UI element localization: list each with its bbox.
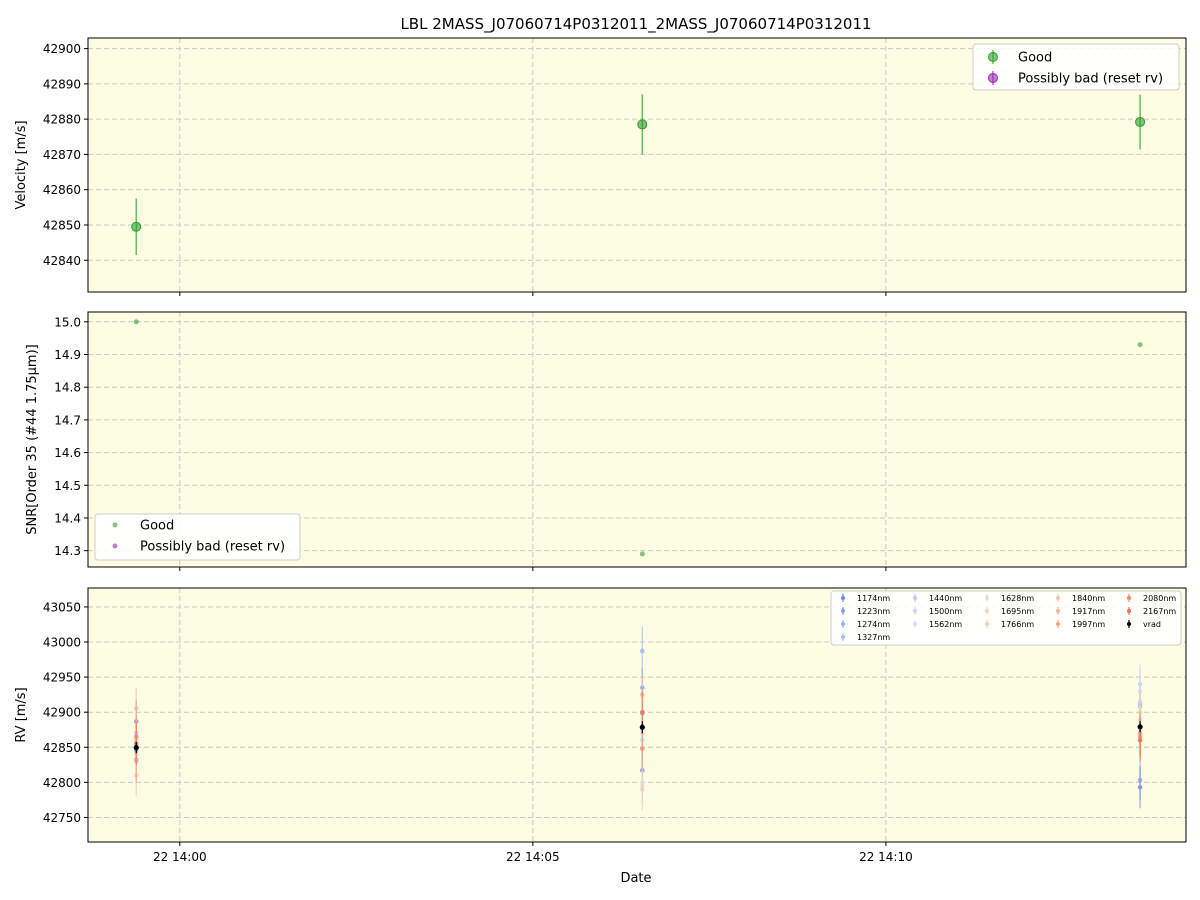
legend-label: 1327nm	[857, 633, 890, 642]
legend-marker	[1056, 622, 1060, 626]
y-tick-label: 43000	[43, 636, 81, 650]
data-point-good	[639, 551, 645, 557]
y-tick-label: 42950	[43, 671, 81, 685]
y-tick-label: 42750	[43, 811, 81, 825]
legend-marker	[841, 635, 845, 639]
y-tick-label: 43050	[43, 600, 81, 614]
chart-title: LBL 2MASS_J07060714P0312011_2MASS_J07060…	[400, 15, 871, 34]
legend-marker	[841, 622, 845, 626]
y-tick-label: 14.4	[54, 511, 81, 525]
y-tick-label: 14.3	[54, 544, 81, 558]
legend-label: 1174nm	[857, 594, 890, 603]
rv-point-1274nm	[639, 648, 645, 654]
legend-marker	[1127, 596, 1131, 600]
rv-point-vrad	[1137, 724, 1143, 730]
legend-marker	[985, 596, 989, 600]
legend-marker	[112, 543, 118, 549]
legend-marker	[985, 609, 989, 613]
rv-point-1917nm	[133, 706, 139, 711]
data-point-good	[131, 221, 142, 232]
y-tick-label: 42870	[43, 148, 81, 162]
y-tick-label: 14.7	[54, 413, 81, 427]
y-axis-label: Velocity [m/s]	[14, 120, 29, 209]
y-tick-label: 42860	[43, 183, 81, 197]
rv-point-vrad	[133, 745, 139, 751]
y-tick-label: 42850	[43, 218, 81, 232]
y-tick-label: 42840	[43, 254, 81, 268]
rv-point-2167nm	[639, 709, 645, 715]
rv-point-2167nm	[1137, 737, 1143, 743]
legend-label: 2167nm	[1143, 607, 1176, 616]
x-tick-label: 22 14:10	[859, 850, 913, 864]
figure: LBL 2MASS_J07060714P0312011_2MASS_J07060…	[14, 15, 1187, 886]
panel-velocity: 42840 42850 42860 42870 42880 42890 42900 Veloc…	[14, 37, 1187, 296]
y-tick-label: 42900	[43, 42, 81, 56]
legend: Good Possibly bad (reset rv)	[94, 513, 301, 561]
rv-point-2080nm	[639, 746, 645, 751]
legend-label: 1695nm	[1001, 607, 1034, 616]
legend-label: 1440nm	[929, 594, 962, 603]
y-tick-label: 14.8	[54, 381, 81, 395]
y-tick-label: 42800	[43, 776, 81, 790]
y-axis-label: RV [m/s]	[14, 687, 29, 742]
y-axis-label: SNR[Order 35 (#44 1.75μm)]	[25, 344, 40, 535]
panel-rv: 22 14:00 22 14:05 22 14:10 42750 42800 42850 4…	[14, 587, 1187, 864]
legend-marker	[112, 522, 118, 528]
rv-point-vrad	[639, 724, 645, 730]
x-tick-label: 22 14:00	[153, 850, 207, 864]
y-tick-label: 14.6	[54, 446, 81, 460]
legend: 1174nm 1223nm 1274nm 1327nm 1440nm 1500nm 1562…	[830, 590, 1182, 646]
legend-label: Good	[140, 519, 174, 534]
legend-label: Possibly bad (reset rv)	[1018, 72, 1163, 87]
legend: Good Possibly bad (reset rv)	[972, 43, 1180, 91]
y-tick-label: 42890	[43, 77, 81, 91]
y-tick-label: 14.9	[54, 348, 81, 362]
legend-label: 1562nm	[929, 620, 962, 629]
legend-marker	[913, 596, 917, 600]
legend-label: Good	[1018, 51, 1052, 66]
legend-label: 1274nm	[857, 620, 890, 629]
data-point-good	[637, 119, 648, 130]
y-tick-label: 14.5	[54, 479, 81, 493]
legend-label: 2080nm	[1143, 594, 1176, 603]
legend-label: 1500nm	[929, 607, 962, 616]
data-point-good	[1137, 342, 1143, 348]
rv-point-1766nm	[639, 787, 645, 792]
legend-marker	[988, 52, 998, 62]
x-axis-label: Date	[620, 871, 651, 886]
legend-label: vrad	[1143, 620, 1161, 629]
legend-marker	[913, 622, 917, 626]
legend-label: 1766nm	[1001, 620, 1034, 629]
y-tick-label: 15.0	[54, 315, 81, 329]
legend-marker	[1056, 609, 1060, 613]
y-tick-label: 42850	[43, 741, 81, 755]
rv-point-1223nm	[1137, 777, 1143, 783]
legend-marker	[841, 596, 845, 600]
legend-marker	[985, 622, 989, 626]
legend-label: Possibly bad (reset rv)	[140, 540, 285, 555]
data-point-good	[133, 319, 139, 325]
legend-label: 1997nm	[1072, 620, 1105, 629]
panel-snr: 14.3 14.4 14.5 14.6 14.7 14.8 14.9 15.0 SNR[Orde…	[25, 311, 1187, 571]
legend-marker	[1127, 609, 1131, 613]
legend-label: 1628nm	[1001, 594, 1034, 603]
y-tick-label: 42900	[43, 706, 81, 720]
data-point-good	[1135, 116, 1146, 127]
legend-label: 1917nm	[1072, 607, 1105, 616]
legend-marker	[841, 609, 845, 613]
legend-marker	[988, 73, 998, 83]
legend-marker	[913, 609, 917, 613]
legend-marker	[1056, 596, 1060, 600]
legend-label: 1840nm	[1072, 594, 1105, 603]
legend-marker	[1127, 622, 1131, 626]
y-tick-label: 42880	[43, 113, 81, 127]
x-tick-label: 22 14:05	[506, 850, 560, 864]
legend-label: 1223nm	[857, 607, 890, 616]
